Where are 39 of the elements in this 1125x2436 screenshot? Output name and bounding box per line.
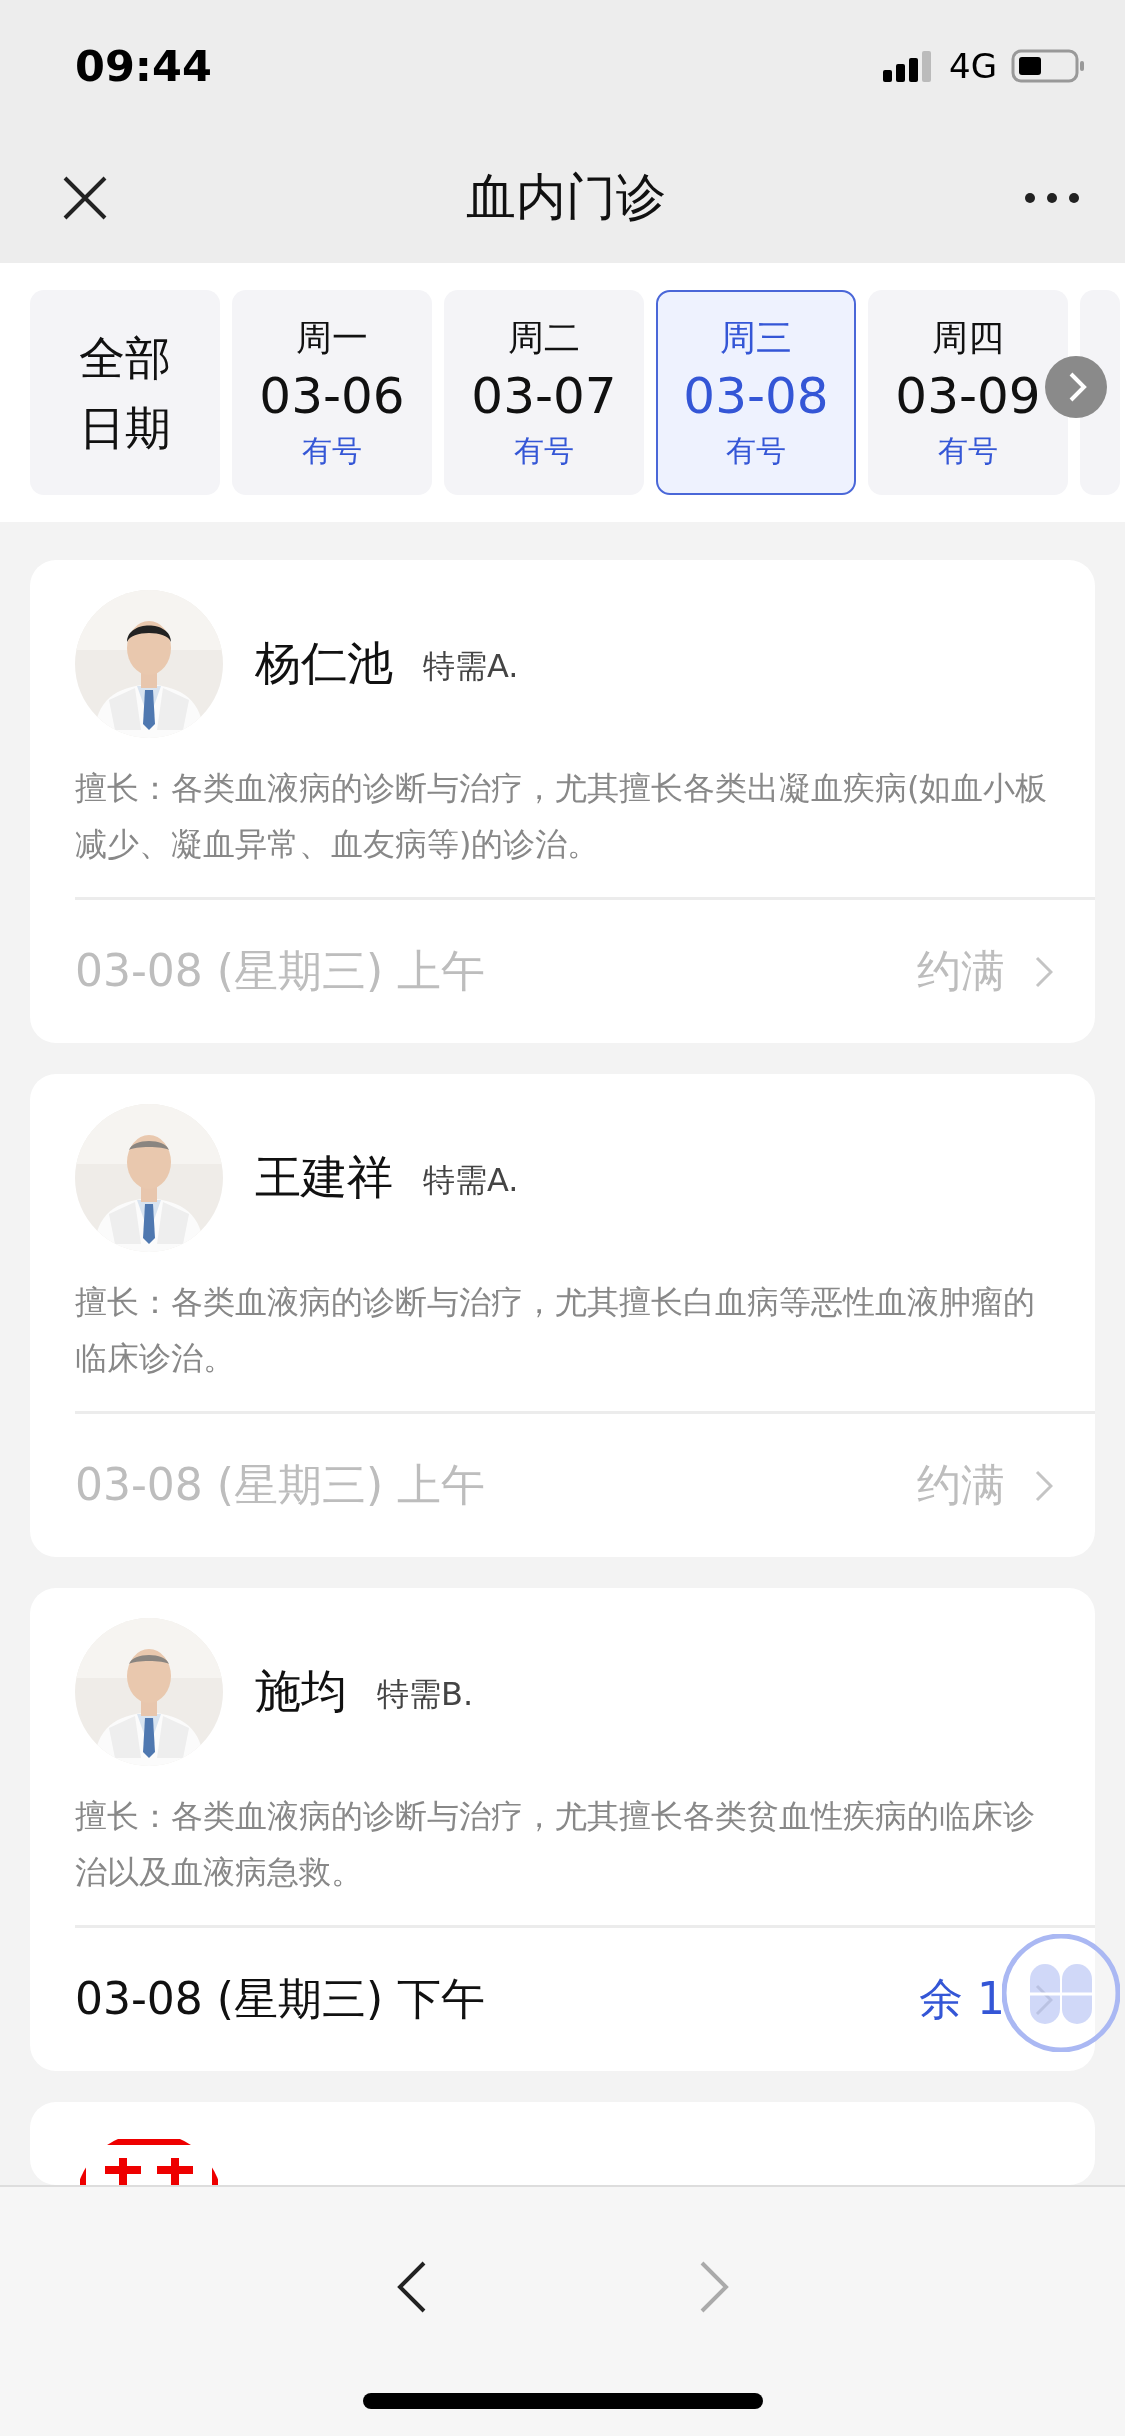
appointment-row[interactable]: 03-08 (星期三) 下午 余 1 [75, 1925, 1095, 2071]
slot-status: 约满 [917, 944, 1005, 998]
date-label: 03-07 [471, 366, 617, 425]
availability-label: 有号 [938, 431, 998, 470]
weekday-label: 周三 [720, 315, 792, 360]
date-tab[interactable]: 周一 03-06 有号 [232, 290, 432, 495]
specialty-text: 擅长：各类血液病的诊断与治疗，尤其擅长各类贫血性疾病的临床诊治以及血液病急救。 [75, 1796, 1036, 1893]
weekday-label: 周二 [508, 315, 580, 360]
weekday-label: 周四 [932, 315, 1004, 360]
doctor-title: 特需B. [377, 1674, 474, 1715]
availability-label: 有号 [726, 431, 786, 470]
availability-label: 有号 [514, 431, 574, 470]
slot-status: 约满 [917, 1458, 1005, 1512]
page-title: 血内门诊 [466, 167, 666, 228]
date-label: 03-08 [683, 366, 829, 425]
date-label: 03-09 [895, 366, 1041, 425]
doctor-name: 杨仁池 [255, 635, 393, 692]
slot-status: 余 1 [919, 1972, 1005, 2026]
weekday-label: 周一 [296, 315, 368, 360]
slot-time: 03-08 (星期三) 下午 [75, 1972, 487, 2026]
date-tab[interactable]: 周三 03-08 有号 [656, 290, 856, 495]
doctor-card[interactable]: 杨仁池 特需A. 擅长：各类血液病的诊断与治疗，尤其擅长各类出凝血疾病(如血小板减少、凝血异常、血友病等)的诊治。 03-08 (星期三) 上午 约满 [30, 560, 1095, 1043]
date-label: 03-06 [259, 366, 405, 425]
doctor-title: 特需A. [423, 1160, 519, 1201]
slot-time: 03-08 (星期三) 上午 [75, 944, 487, 998]
network-label: 4G [949, 46, 997, 86]
doctor-name: 王建祥 [255, 1149, 393, 1206]
doctor-card[interactable]: 王建祥 特需A. 擅长：各类血液病的诊断与治疗，尤其擅长白血病等恶性血液肿瘤的临床诊治。 03-08 (星期三) 上午 约满 [30, 1074, 1095, 1557]
doctor-card[interactable]: 施均 特需B. 擅长：各类血液病的诊断与治疗，尤其擅长各类贫血性疾病的临床诊治以及血液病急救。 03-08 (星期三) 下午 余 1 [30, 1588, 1095, 2071]
specialty-text: 擅长：各类血液病的诊断与治疗，尤其擅长各类出凝血疾病(如血小板减少、凝血异常、血友病等)的诊治。 [75, 768, 1049, 865]
doctor-title: 特需A. [423, 646, 519, 687]
status-time: 09:44 [75, 41, 212, 91]
doctor-name: 施均 [255, 1663, 347, 1720]
date-tab[interactable]: 全部日期 [30, 290, 220, 495]
availability-label: 有号 [302, 431, 362, 470]
date-tab[interactable]: 周二 03-07 有号 [444, 290, 644, 495]
slot-time: 03-08 (星期三) 上午 [75, 1458, 487, 1512]
date-tab[interactable]: 周四 03-09 有号 [868, 290, 1068, 495]
specialty-text: 擅长：各类血液病的诊断与治疗，尤其擅长白血病等恶性血液肿瘤的临床诊治。 [75, 1282, 1036, 1379]
